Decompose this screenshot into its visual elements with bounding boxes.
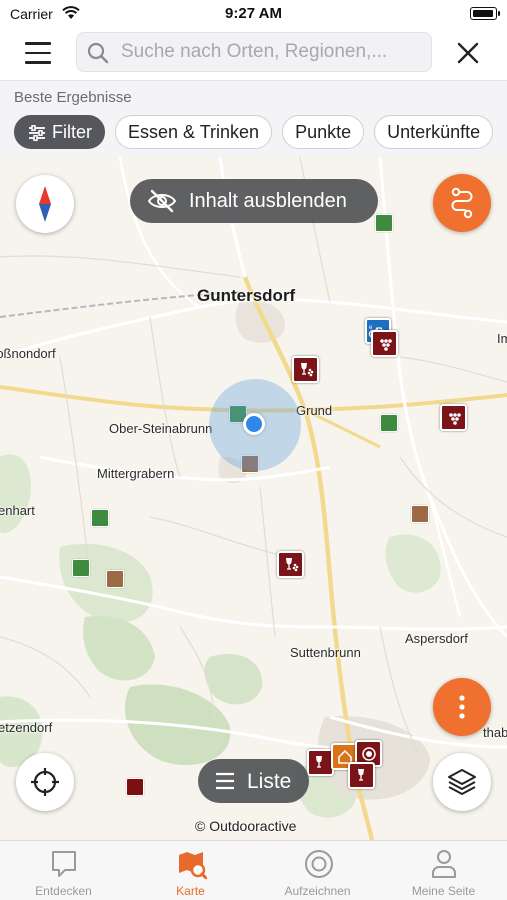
tab-my-page[interactable]: Meine Seite [380,841,507,900]
route-planner-button[interactable] [433,174,491,232]
place-label-kleinstetteldorf: etzendorf [0,720,53,735]
tab-my-page-label: Meine Seite [411,884,476,898]
wine-glass-icon [300,362,313,376]
search-box[interactable] [76,32,432,72]
poi-marker[interactable] [91,509,109,527]
list-label: Liste [247,770,292,793]
status-bar: Carrier 9:27 AM [0,0,507,30]
place-label-suttenbrunn: Suttenbrunn [290,645,361,660]
map-layers-button[interactable] [433,753,491,811]
record-icon [304,850,333,878]
wine-glass-icon [315,755,322,768]
tab-record[interactable]: Aufzeichnen [254,841,381,900]
place-label-hart: enhart [0,503,35,518]
filter-label: Filter [52,122,92,142]
profile-icon [431,850,456,878]
list-icon [216,772,234,790]
place-label-ober-steinabrunn: Ober-Steinabrunn [109,421,213,436]
wine-glass-icon [357,768,364,781]
place-label-grund: Grund [296,403,333,418]
search-icon [87,42,109,64]
grapes-icon [448,412,461,425]
search-input[interactable] [121,33,421,71]
poi-marker[interactable] [380,414,398,432]
place-label-grossnondorf: roßnondorf [0,346,56,361]
map-icon [178,852,207,879]
grapes-icon [379,338,392,351]
hamburger-menu-icon[interactable] [25,42,53,66]
tab-discover[interactable]: Entdecken [0,841,127,900]
crosshair-icon [31,768,59,796]
more-options-button[interactable] [433,678,491,736]
plate-icon [361,746,376,761]
compass-button[interactable] [16,175,74,233]
layers-icon [448,769,476,795]
eye-slash-icon [147,189,177,213]
place-label-immendorf: Im [497,331,507,346]
filter-chip-row: Filter Essen & Trinken Punkte Unterkünfte [14,115,503,150]
vertical-dots-icon [459,695,465,719]
place-label-guntersdorf: Guntersdorf [197,286,296,305]
current-location-dot [243,413,265,435]
map-attribution[interactable]: © Outdooractive [195,818,296,834]
route-icon [451,187,473,219]
wine-poi-marker[interactable] [307,749,334,776]
poi-marker[interactable] [72,559,90,577]
wine-glass-icon [285,557,298,571]
compass-icon [39,186,51,222]
best-results-label: Beste Ergebnisse [14,89,132,106]
poi-marker[interactable] [126,778,144,796]
tab-map[interactable]: Karte [127,841,254,900]
list-view-button[interactable]: Liste [198,759,309,803]
search-header [0,30,507,80]
wine-poi-marker[interactable] [292,356,319,383]
filter-button[interactable]: Filter [14,115,105,149]
place-label-aspersdorf: Aspersdorf [405,631,468,646]
tab-record-label: Aufzeichnen [284,884,351,898]
wine-poi-marker[interactable] [348,762,375,789]
hide-content-label: Inhalt ausblenden [189,190,347,212]
hide-content-button[interactable]: Inhalt ausblenden [130,179,378,223]
map-view[interactable]: Guntersdorf roßnondorf Ober-Steinabrunn … [0,157,507,840]
chip-food-drink[interactable]: Essen & Trinken [115,115,273,149]
filter-section: Beste Ergebnisse Filter Essen & Trinken Pu… [0,80,507,157]
map-base [0,157,507,840]
bottom-tab-bar: Entdecken Karte Aufzeichnen Meine Seite [0,840,507,900]
wine-poi-marker[interactable] [277,551,304,578]
close-icon[interactable] [456,41,480,65]
battery-icon [470,7,500,20]
tab-discover-label: Entdecken [35,884,92,898]
chip-accommodations[interactable]: Unterkünfte [374,115,494,149]
place-label-hollabrunn: thab [483,725,507,740]
tab-map-label: Karte [176,884,205,898]
locate-me-button[interactable] [16,753,74,811]
place-label-mittergrabern: Mittergrabern [97,466,175,481]
discover-icon [51,851,76,877]
poi-marker[interactable] [411,505,429,523]
wine-poi-marker[interactable] [440,404,467,431]
sliders-icon [29,125,45,141]
poi-marker[interactable] [106,570,124,588]
poi-marker[interactable] [375,214,393,232]
clock: 9:27 AM [225,5,282,22]
wine-poi-marker[interactable] [371,330,398,357]
chip-points[interactable]: Punkte [282,115,365,149]
